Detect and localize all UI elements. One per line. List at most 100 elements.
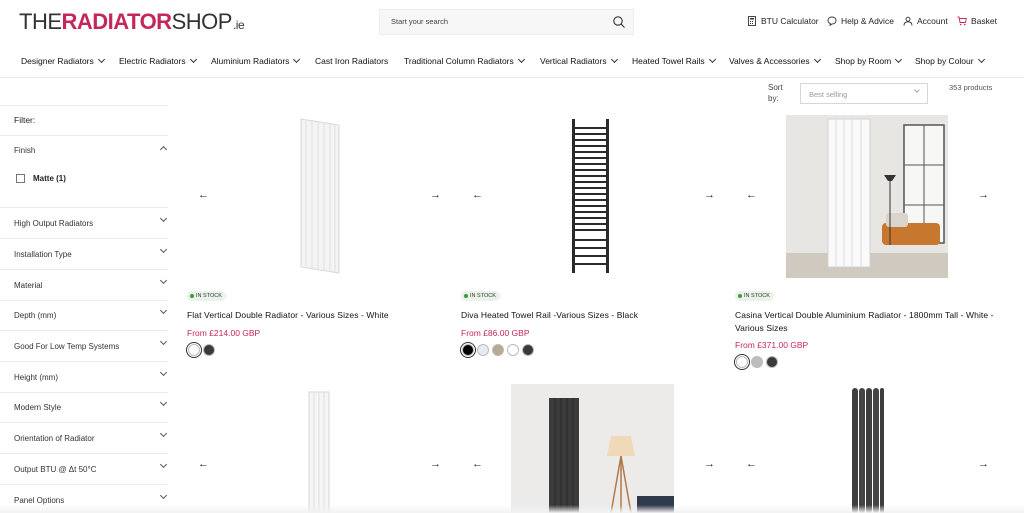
filter-option-matte[interactable]: Matte (1) xyxy=(16,174,66,183)
swatch-anthracite[interactable] xyxy=(766,356,778,368)
prev-image-arrow-icon[interactable]: ← xyxy=(472,189,483,201)
chevron-up-icon[interactable] xyxy=(159,145,168,154)
filter-group-high-output[interactable]: High Output Radiators xyxy=(0,207,168,238)
white-flat-radiator-image xyxy=(300,118,340,274)
logo-shop: SHOP xyxy=(171,9,233,34)
product-card[interactable]: ← → IN STOCK Diva Heated Towel Rail -Var… xyxy=(461,113,723,363)
swatch-white[interactable] xyxy=(507,344,519,356)
nav-cast-iron-radiators[interactable]: Cast Iron Radiators xyxy=(315,56,388,66)
filter-group-label: Material xyxy=(14,281,43,290)
black-radiator-lifestyle-image xyxy=(511,384,674,513)
chevron-down-icon xyxy=(159,398,168,407)
swatch-anthracite[interactable] xyxy=(203,344,215,356)
product-image[interactable] xyxy=(461,113,723,281)
site-logo[interactable]: THERADIATORSHOP.ie xyxy=(19,9,245,38)
nav-label: Vertical Radiators xyxy=(540,56,607,66)
user-icon xyxy=(903,16,913,26)
logo-the: THE xyxy=(19,9,62,34)
nav-aluminium-radiators[interactable]: Aluminium Radiators xyxy=(211,55,301,66)
product-image[interactable] xyxy=(735,113,997,281)
next-image-arrow-icon[interactable]: → xyxy=(430,458,441,470)
filter-group-finish[interactable]: Finish xyxy=(0,135,168,207)
sort-label: Sort by: xyxy=(768,83,783,103)
next-image-arrow-icon[interactable]: → xyxy=(704,189,715,201)
product-image[interactable] xyxy=(461,384,723,513)
colour-swatches xyxy=(188,344,215,356)
site-header: THERADIATORSHOP.ie Start your search BTU… xyxy=(0,0,1024,44)
prev-image-arrow-icon[interactable]: ← xyxy=(198,458,209,470)
nav-heated-towel-rails[interactable]: Heated Towel Rails xyxy=(632,55,716,66)
sort-select[interactable]: Best selling xyxy=(800,83,928,104)
prev-image-arrow-icon[interactable]: ← xyxy=(472,458,483,470)
swatch-silver[interactable] xyxy=(751,356,763,368)
swatch-chrome[interactable] xyxy=(477,344,489,356)
product-price: From £371.00 GBP xyxy=(735,340,809,350)
swatch-white[interactable] xyxy=(188,344,200,356)
filter-group-low-temp[interactable]: Good For Low Temp Systems xyxy=(0,330,168,361)
filter-group-installation-type[interactable]: Installation Type xyxy=(0,238,168,269)
filter-group-output-btu[interactable]: Output BTU @ Δt 50°C xyxy=(0,453,168,484)
product-title[interactable]: Diva Heated Towel Rail -Various Sizes - … xyxy=(461,309,723,322)
swatch-brass[interactable] xyxy=(492,344,504,356)
stock-dot-icon xyxy=(190,294,194,298)
help-advice-link[interactable]: Help & Advice xyxy=(827,16,894,26)
anthracite-column-radiator-image xyxy=(852,388,884,513)
next-image-arrow-icon[interactable]: → xyxy=(978,458,989,470)
search-icon[interactable] xyxy=(612,15,626,29)
nav-designer-radiators[interactable]: Designer Radiators xyxy=(21,55,105,66)
chevron-down-icon xyxy=(977,55,985,64)
product-image[interactable] xyxy=(187,113,449,281)
prev-image-arrow-icon[interactable]: ← xyxy=(746,189,757,201)
filter-group-depth[interactable]: Depth (mm) xyxy=(0,300,168,330)
nav-valves-accessories[interactable]: Valves & Accessories xyxy=(729,55,821,66)
chevron-down-icon xyxy=(159,214,168,223)
nav-label: Valves & Accessories xyxy=(729,56,810,66)
basket-label: Basket xyxy=(971,16,997,26)
product-count: 353 products xyxy=(949,83,993,92)
product-image[interactable] xyxy=(735,384,997,513)
stock-badge: IN STOCK xyxy=(735,291,774,301)
nav-shop-by-colour[interactable]: Shop by Colour xyxy=(915,55,985,66)
product-title[interactable]: Casina Vertical Double Aluminium Radiato… xyxy=(735,309,997,334)
filter-group-height[interactable]: Height (mm) xyxy=(0,361,168,392)
chevron-down-icon xyxy=(159,337,168,346)
filter-checkbox[interactable] xyxy=(16,174,25,183)
next-image-arrow-icon[interactable]: → xyxy=(704,458,715,470)
product-card[interactable]: ← → IN STOCK Casina Vertical Double Alum… xyxy=(735,113,997,369)
nav-traditional-column-radiators[interactable]: Traditional Column Radiators xyxy=(404,55,525,66)
product-card[interactable]: ← → IN STOCK Flat Vertical Double Radiat… xyxy=(187,113,449,363)
nav-shop-by-room[interactable]: Shop by Room xyxy=(835,55,903,66)
product-card[interactable]: ← → xyxy=(187,384,449,513)
nav-electric-radiators[interactable]: Electric Radiators xyxy=(119,55,197,66)
product-title[interactable]: Flat Vertical Double Radiator - Various … xyxy=(187,309,449,322)
basket-link[interactable]: Basket xyxy=(957,16,997,26)
swatch-anthracite[interactable] xyxy=(522,344,534,356)
account-link[interactable]: Account xyxy=(903,16,948,26)
swatch-black[interactable] xyxy=(462,344,474,356)
filter-group-label: Finish xyxy=(14,146,36,155)
nav-vertical-radiators[interactable]: Vertical Radiators xyxy=(540,55,618,66)
product-card[interactable]: ← → xyxy=(735,384,997,513)
filter-group-modern-style[interactable]: Modern Style xyxy=(0,392,168,422)
colour-swatches xyxy=(736,356,778,368)
filter-group-orientation[interactable]: Orientation of Radiator xyxy=(0,422,168,453)
stock-badge-label: IN STOCK xyxy=(744,293,770,299)
product-image[interactable] xyxy=(187,384,449,513)
filter-group-label: Output BTU @ Δt 50°C xyxy=(14,465,97,474)
chevron-down-icon xyxy=(895,55,903,64)
prev-image-arrow-icon[interactable]: ← xyxy=(746,458,757,470)
search-input[interactable]: Start your search xyxy=(379,9,634,35)
filter-group-material[interactable]: Material xyxy=(0,269,168,300)
filter-group-label: Depth (mm) xyxy=(14,311,57,320)
next-image-arrow-icon[interactable]: → xyxy=(430,189,441,201)
swatch-white[interactable] xyxy=(736,356,748,368)
chevron-down-icon xyxy=(189,55,197,64)
next-image-arrow-icon[interactable]: → xyxy=(978,189,989,201)
product-price: From £214.00 GBP xyxy=(187,328,261,338)
product-card[interactable]: ← → xyxy=(461,384,723,513)
prev-image-arrow-icon[interactable]: ← xyxy=(198,189,209,201)
chevron-down-icon xyxy=(517,55,525,64)
chevron-down-icon xyxy=(97,55,105,64)
btu-calculator-link[interactable]: BTU Calculator xyxy=(747,16,819,26)
filter-group-label: High Output Radiators xyxy=(14,219,94,228)
